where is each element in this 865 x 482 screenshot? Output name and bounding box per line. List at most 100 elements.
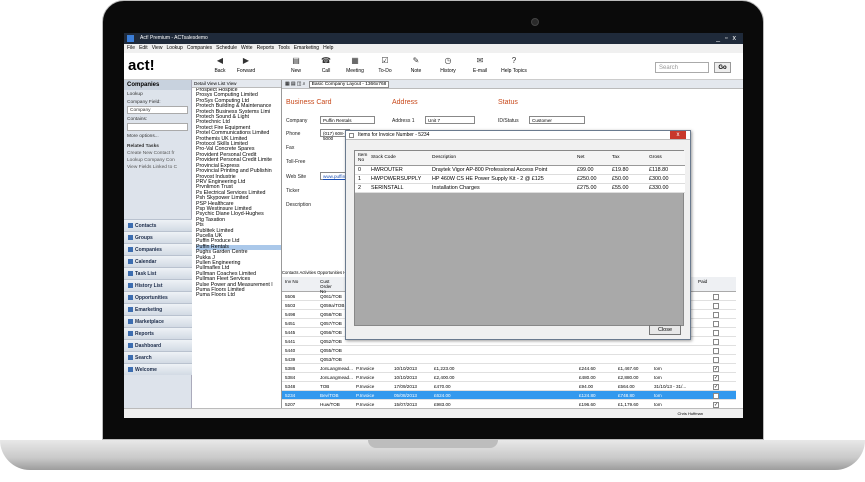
col-paid: Paid: [698, 279, 708, 284]
paid-checkbox[interactable]: ✓: [713, 366, 719, 372]
marketplace-icon: [128, 319, 133, 325]
cell-code: SERINSTALL: [371, 185, 404, 191]
paid-checkbox[interactable]: [713, 348, 719, 354]
paid-checkbox[interactable]: [713, 294, 719, 300]
company-field-select[interactable]: Company: [127, 106, 188, 114]
cell-desc: Installation Charges: [432, 185, 480, 191]
idstatus-select[interactable]: Customer: [529, 116, 585, 124]
menu-file[interactable]: File: [127, 45, 135, 51]
table-row[interactable]: 5348 TOB P.Invoice 17/09/2013 £470.00 £94.00 £…: [282, 382, 736, 391]
cell-rep: tom: [654, 393, 662, 398]
window-controls[interactable]: _▫x: [716, 33, 741, 44]
toolbar-label: Forward: [236, 68, 256, 74]
table-row[interactable]: 5386 JonLangmead... P.Invoice 10/10/2013 £1,…: [282, 364, 736, 373]
cell-amt: £1,223.00: [434, 366, 455, 371]
nav-reports[interactable]: Reports: [124, 327, 192, 339]
more-options-link[interactable]: More options...: [127, 134, 188, 139]
search-input[interactable]: Search: [655, 62, 709, 73]
cell-inv: 5451: [285, 321, 296, 326]
to-do-button[interactable]: ☑ To-Do: [371, 56, 399, 74]
close-button[interactable]: Close: [649, 325, 681, 335]
section-address: Address: [392, 99, 418, 106]
paid-checkbox[interactable]: ✓: [713, 384, 719, 390]
menu-write[interactable]: Write: [241, 45, 253, 51]
view-toggle[interactable]: Detail View List View: [192, 80, 281, 88]
address1-label: Address 1: [392, 118, 415, 124]
nav-search[interactable]: Search: [124, 351, 192, 363]
contains-input[interactable]: [127, 123, 188, 131]
company-label: Company: [286, 118, 308, 124]
company-field[interactable]: Puffin Rentals: [320, 116, 375, 124]
menu-edit[interactable]: Edit: [139, 45, 148, 51]
paid-checkbox[interactable]: [713, 321, 719, 327]
cell-v2: £1,179.60: [618, 402, 639, 407]
address1-field[interactable]: Unit 7: [425, 116, 475, 124]
nav-opportunities[interactable]: Opportunities: [124, 291, 192, 303]
toolbar-label: Call: [321, 68, 331, 74]
menu-tools[interactable]: Tools: [278, 45, 290, 51]
table-row[interactable]: 5440 Q055/TOB: [282, 346, 736, 355]
nav-dashboard[interactable]: Dashboard: [124, 339, 192, 351]
nav-groups[interactable]: Groups: [124, 231, 192, 243]
nav-history-list[interactable]: History List: [124, 279, 192, 291]
table-row[interactable]: 5234 Bev/TOB P.Invoice 05/08/2013 £624.00 £12…: [282, 391, 736, 400]
related-task-link[interactable]: Create New Contact fr: [127, 151, 188, 156]
table-row[interactable]: 5384 JonLangmead... P.Invoice 10/10/2013 £2,…: [282, 373, 736, 382]
nav-emarketing[interactable]: Emarketing: [124, 303, 192, 315]
paid-checkbox[interactable]: [713, 330, 719, 336]
call-button[interactable]: ☎ Call: [312, 56, 340, 74]
nav-label: Task List: [135, 271, 157, 277]
paid-checkbox[interactable]: [713, 303, 719, 309]
nav-contacts[interactable]: Contacts: [124, 219, 192, 231]
forward-button[interactable]: ▶ Forward: [232, 56, 260, 74]
menu-lookup[interactable]: Lookup: [166, 45, 182, 51]
note-icon: ✎: [412, 56, 420, 65]
menu-emarketing[interactable]: Emarketing: [294, 45, 319, 51]
item-row[interactable]: 1 HWPOWERSUPPLY HP 460W CS HE Power Supply…: [355, 175, 685, 184]
cell-order: Q052/TOB: [320, 339, 342, 344]
dialog-titlebar: Items for Invoice Number - 5234 x: [346, 131, 690, 140]
cell-inv: 5506: [285, 294, 296, 299]
cell-desc: HP 460W CS HE Power Supply Kit - 2 @ £12…: [432, 176, 544, 182]
menu-schedule[interactable]: Schedule: [216, 45, 237, 51]
related-task-link[interactable]: View Fields Linked to C: [127, 165, 188, 170]
nav-label: Groups: [135, 235, 153, 241]
table-row[interactable]: 5439 Q053/TOB: [282, 355, 736, 364]
nav-companies[interactable]: Companies: [124, 243, 192, 255]
camera: [531, 18, 539, 26]
nav-welcome[interactable]: Welcome: [124, 363, 192, 375]
paid-checkbox[interactable]: [713, 312, 719, 318]
cell-order: Q058/TOB: [320, 312, 342, 317]
back-button[interactable]: ◀ Back: [206, 56, 234, 74]
meeting-button[interactable]: ▦ Meeting: [341, 56, 369, 74]
e-mail-button[interactable]: ✉ E-mail: [466, 56, 494, 74]
phone-label: Phone: [286, 131, 301, 137]
cell-date: 10/10/2013: [394, 366, 417, 371]
note-button[interactable]: ✎ Note: [402, 56, 430, 74]
paid-checkbox[interactable]: [713, 357, 719, 363]
menu-reports[interactable]: Reports: [257, 45, 275, 51]
paid-checkbox[interactable]: [713, 339, 719, 345]
toolbar-label: New: [290, 68, 301, 74]
nav-calendar[interactable]: Calendar: [124, 255, 192, 267]
cell-inv: 5440: [285, 348, 296, 353]
help-topics-button[interactable]: ? Help Topics: [500, 56, 528, 74]
dialog-close-x-button[interactable]: x: [670, 131, 686, 139]
menu-companies[interactable]: Companies: [187, 45, 212, 51]
item-row[interactable]: 0 HWROUTER Draytek Vigor AP-800 Profession…: [355, 166, 685, 175]
menu-view[interactable]: View: [152, 45, 163, 51]
paid-checkbox[interactable]: ✓: [713, 375, 719, 381]
cell-v1: £196.60: [579, 402, 596, 407]
paid-checkbox[interactable]: ✓: [713, 393, 719, 399]
related-task-link[interactable]: Lookup Company Con: [127, 158, 188, 163]
nav-task-list[interactable]: Task List: [124, 267, 192, 279]
layout-select[interactable]: Basic Company Layout - 1366x768: [308, 81, 390, 88]
item-row[interactable]: 2 SERINSTALL Installation Charges £275.00 £5…: [355, 184, 685, 193]
nav-marketplace[interactable]: Marketplace: [124, 315, 192, 327]
history-button[interactable]: ◷ History: [434, 56, 462, 74]
menu-help[interactable]: Help: [323, 45, 333, 51]
go-button[interactable]: Go: [714, 62, 731, 73]
new-button[interactable]: ▤ New: [282, 56, 310, 74]
cell-rep: 31/10/13 - 31/...: [654, 384, 687, 389]
company-list-item[interactable]: Puma Floors Ltd: [196, 293, 281, 299]
